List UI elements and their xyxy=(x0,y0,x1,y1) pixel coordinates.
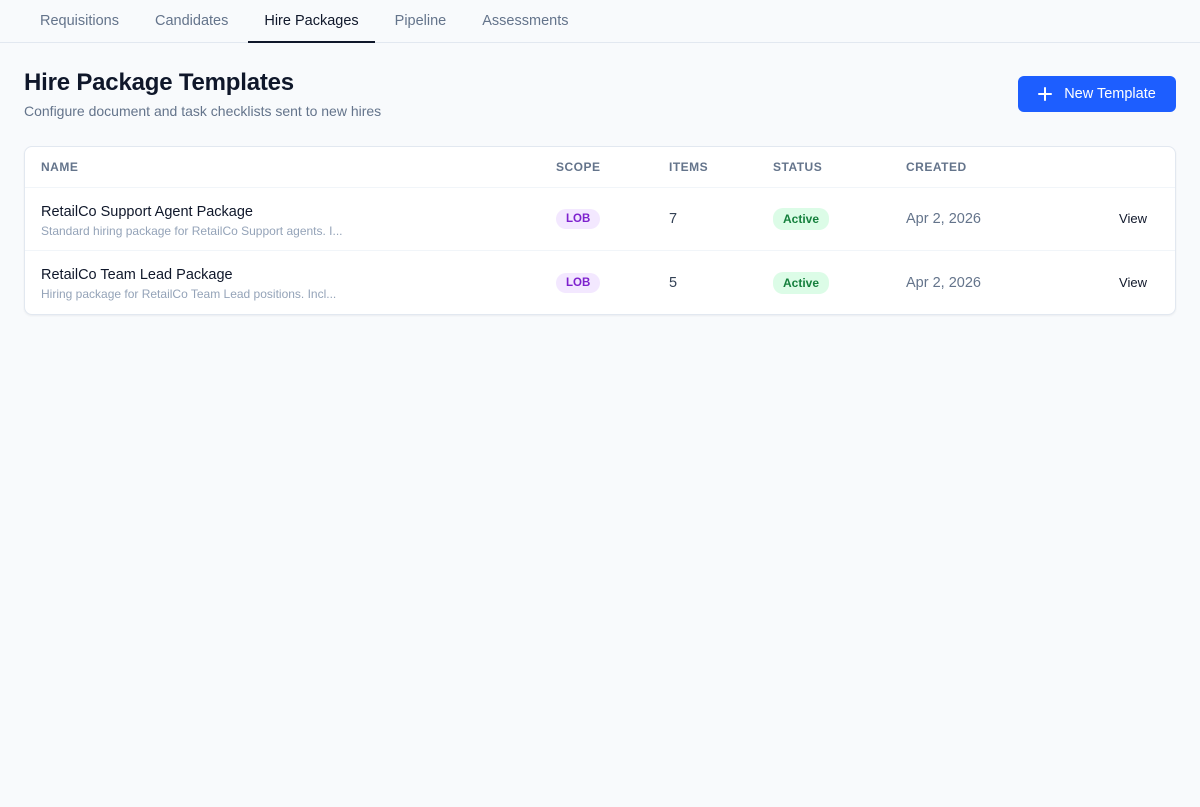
status-cell: Active xyxy=(773,271,906,294)
scope-cell: LOB xyxy=(556,272,669,293)
column-header-created: CREATED xyxy=(906,160,967,174)
template-name: RetailCo Support Agent Package xyxy=(41,203,253,220)
scope-cell: LOB xyxy=(556,209,669,229)
column-header-name: NAME xyxy=(41,160,79,174)
template-description: Hiring package for RetailCo Team Lead po… xyxy=(41,287,337,301)
tab-hire-packages[interactable]: Hire Packages xyxy=(248,0,375,43)
items-count: 7 xyxy=(669,211,678,227)
scope-badge: LOB xyxy=(556,272,601,293)
status-badge: Active xyxy=(773,271,830,294)
status-cell: Active xyxy=(773,208,906,230)
plus-icon xyxy=(1038,87,1053,101)
action-cell: View xyxy=(1066,210,1175,228)
column-header-scope: SCOPE xyxy=(556,160,601,174)
created-date: Apr 2, 2026 xyxy=(906,211,981,227)
new-template-button-label: New Template xyxy=(1064,86,1156,102)
table-header: NAME SCOPE ITEMS STATUS CREATED xyxy=(25,147,1175,188)
templates-table: NAME SCOPE ITEMS STATUS CREATED RetailCo… xyxy=(24,146,1176,315)
view-button[interactable]: View xyxy=(1119,211,1147,226)
tab-requisitions[interactable]: Requisitions xyxy=(24,0,135,42)
column-header-items: ITEMS xyxy=(669,160,709,174)
table-row[interactable]: RetailCo Team Lead Package Hiring packag… xyxy=(25,251,1175,314)
page-header: Hire Package Templates Configure documen… xyxy=(0,43,1200,146)
page-subtitle: Configure document and task checklists s… xyxy=(24,103,382,119)
top-tab-bar: Requisitions Candidates Hire Packages Pi… xyxy=(0,0,1200,43)
scope-badge: LOB xyxy=(556,209,601,229)
template-name: RetailCo Team Lead Package xyxy=(41,267,233,283)
new-template-button[interactable]: New Template xyxy=(1018,76,1176,112)
status-badge: Active xyxy=(773,208,830,230)
created-date: Apr 2, 2026 xyxy=(906,274,981,291)
name-cell: RetailCo Support Agent Package Standard … xyxy=(41,201,556,238)
tab-candidates[interactable]: Candidates xyxy=(139,0,244,42)
name-cell: RetailCo Team Lead Package Hiring packag… xyxy=(41,264,556,301)
tab-assessments[interactable]: Assessments xyxy=(466,0,584,42)
table-row[interactable]: RetailCo Support Agent Package Standard … xyxy=(25,188,1175,251)
template-description: Standard hiring package for RetailCo Sup… xyxy=(41,223,343,238)
tab-pipeline[interactable]: Pipeline xyxy=(379,0,463,42)
action-cell: View xyxy=(1066,274,1175,292)
column-header-status: STATUS xyxy=(773,160,823,174)
page-title: Hire Package Templates xyxy=(24,69,294,96)
view-button[interactable]: View xyxy=(1119,275,1147,290)
items-count: 5 xyxy=(669,274,678,291)
